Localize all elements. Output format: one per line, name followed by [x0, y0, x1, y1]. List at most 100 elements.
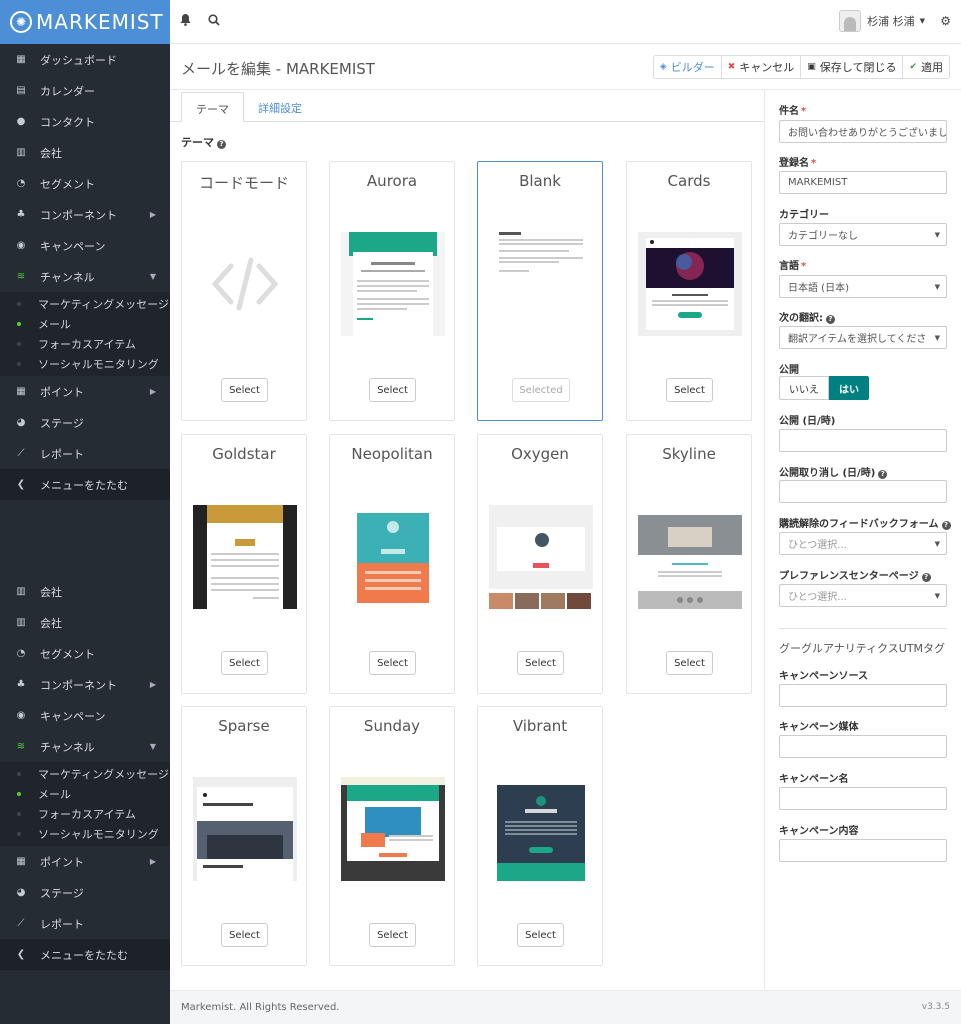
sidebar-subitem[interactable]: マーケティングメッセージ [0, 294, 170, 314]
theme-card[interactable]: Goldstar Select [181, 434, 307, 694]
sidebar-subitem[interactable]: マーケティングメッセージ [0, 764, 170, 784]
builder-button[interactable]: ◈ ビルダー [653, 56, 722, 78]
stage-icon: ◕ [16, 417, 26, 428]
sidebar-subitem[interactable]: フォーカスアイテム [0, 334, 170, 354]
collapse-menu-button[interactable]: ❮ メニューをたたむ [0, 469, 170, 500]
theme-preview [341, 777, 445, 881]
sidebar-item[interactable]: ◔ セグメント [0, 638, 170, 669]
theme-select-button[interactable]: Select [666, 378, 713, 402]
preference-page-select[interactable]: ひとつ選択... ▼ [779, 584, 947, 607]
theme-card[interactable]: Vibrant Select [477, 706, 603, 966]
unsubscribe-form-select[interactable]: ひとつ選択... ▼ [779, 532, 947, 555]
company-icon: ▥ [16, 147, 26, 158]
bullet-icon [17, 772, 21, 776]
language-select[interactable]: 日本語 (日本) ▼ [779, 275, 947, 298]
theme-card[interactable]: Neopolitan Select [329, 434, 455, 694]
bullet-icon [17, 302, 21, 306]
publish-yes-button[interactable]: はい [829, 376, 869, 400]
theme-select-button[interactable]: Select [221, 923, 268, 947]
sidebar-subitem[interactable]: ソーシャルモニタリング [0, 354, 170, 374]
help-icon[interactable]: ? [217, 140, 226, 149]
theme-card[interactable]: Sparse Select [181, 706, 307, 966]
sidebar-item[interactable]: ▥ 会社 [0, 576, 170, 607]
theme-select-button[interactable]: Select [221, 651, 268, 675]
sidebar-item[interactable]: ▥ 会社 [0, 137, 170, 168]
theme-select-button[interactable]: Selected [512, 378, 570, 402]
sidebar-item[interactable]: ▤ カレンダー [0, 75, 170, 106]
builder-label: ビルダー [670, 61, 715, 74]
sidebar-item[interactable]: ▦ ポイント ▶ [0, 846, 170, 877]
sidebar-item[interactable]: ◔ セグメント [0, 168, 170, 199]
theme-select-button[interactable]: Select [666, 651, 713, 675]
company-icon: ▥ [16, 617, 26, 628]
search-icon[interactable] [208, 14, 220, 29]
publish-no-button[interactable]: いいえ [779, 376, 829, 400]
sidebar-item[interactable]: ⟋ レポート [0, 908, 170, 939]
gear-icon[interactable]: ⚙ [940, 14, 951, 28]
sidebar-subitem[interactable]: フォーカスアイテム [0, 804, 170, 824]
theme-card[interactable]: Skyline Select [626, 434, 752, 694]
subject-input[interactable]: お問い合わせありがとうございまし [779, 120, 947, 143]
theme-preview [489, 777, 593, 881]
user-menu[interactable]: 杉浦 杉浦 ▼ [839, 10, 925, 32]
translation-select[interactable]: 翻訳アイテムを選択してくださ ▼ [779, 326, 947, 349]
caret-down-icon: ▼ [934, 591, 940, 600]
sidebar-item-label: コンポーネント [40, 208, 117, 222]
sidebar-item-label: レポート [40, 447, 84, 461]
tab-advanced[interactable]: 詳細設定 [244, 92, 316, 122]
sidebar-item[interactable]: ◉ キャンペーン [0, 230, 170, 261]
sidebar-item[interactable]: ◕ ステージ [0, 877, 170, 908]
sidebar-subitem[interactable]: メール [0, 784, 170, 804]
sidebar-subitem[interactable]: ソーシャルモニタリング [0, 824, 170, 844]
sidebar-item[interactable]: ◉ キャンペーン [0, 700, 170, 731]
sidebar-item[interactable]: ● コンタクト [0, 106, 170, 137]
brand[interactable]: ✺ MARKEMIST [0, 0, 170, 44]
theme-select-button[interactable]: Select [369, 378, 416, 402]
theme-select-button[interactable]: Select [517, 651, 564, 675]
sidebar-item-label: キャンペーン [40, 709, 106, 723]
caret-down-icon: ▼ [149, 272, 156, 281]
theme-card[interactable]: Cards Select [626, 161, 752, 421]
theme-name: Aurora [366, 172, 418, 190]
theme-card[interactable]: Sunday Select [329, 706, 455, 966]
theme-card[interactable]: Blank Selected [477, 161, 603, 421]
internal-name-input[interactable]: MARKEMIST [779, 171, 947, 194]
caret-right-icon: ▶ [149, 210, 156, 219]
theme-select-button[interactable]: Select [517, 923, 564, 947]
theme-card[interactable]: コードモード Select [181, 161, 307, 421]
cube-icon: ◈ [659, 62, 667, 72]
sidebar-subitem[interactable]: メール [0, 314, 170, 334]
sidebar-subitem-label: ソーシャルモニタリング [38, 358, 159, 371]
theme-select-button[interactable]: Select [221, 378, 268, 402]
sidebar-item[interactable]: ▦ ポイント ▶ [0, 376, 170, 407]
category-select[interactable]: カテゴリーなし ▼ [779, 223, 947, 246]
sidebar-item[interactable]: ▥ 会社 [0, 607, 170, 638]
utm-source-input[interactable] [779, 684, 947, 707]
bell-icon[interactable] [180, 14, 191, 29]
theme-select-button[interactable]: Select [369, 651, 416, 675]
sidebar-item[interactable]: ♣ コンポーネント ▶ [0, 199, 170, 230]
publish-down-input[interactable] [779, 480, 947, 503]
tab-theme[interactable]: テーマ [181, 92, 244, 122]
publish-up-input[interactable] [779, 429, 947, 452]
caret-down-icon: ▼ [934, 230, 940, 239]
sidebar-item[interactable]: ≋ チャンネル ▼ [0, 731, 170, 762]
sidebar-item[interactable]: ▦ ダッシュボード [0, 44, 170, 75]
utm-medium-input[interactable] [779, 735, 947, 758]
sidebar-item-label: セグメント [40, 647, 95, 661]
save-close-button[interactable]: ▣ 保存して閉じる [801, 56, 904, 78]
apply-button[interactable]: ✔ 適用 [903, 56, 949, 78]
theme-card[interactable]: Aurora Select [329, 161, 455, 421]
sidebar-item-label: セグメント [40, 177, 95, 191]
company-icon: ▥ [16, 586, 26, 597]
sidebar-item[interactable]: ⟋ レポート [0, 438, 170, 469]
theme-card[interactable]: Oxygen Select [477, 434, 603, 694]
theme-select-button[interactable]: Select [369, 923, 416, 947]
utm-campaign-input[interactable] [779, 787, 947, 810]
cancel-button[interactable]: ✖ キャンセル [721, 56, 802, 78]
sidebar-item[interactable]: ≋ チャンネル ▼ [0, 261, 170, 292]
sidebar-item[interactable]: ◕ ステージ [0, 407, 170, 438]
collapse-menu-button-2[interactable]: ❮ メニューをたたむ [0, 939, 170, 970]
sidebar-item[interactable]: ♣ コンポーネント ▶ [0, 669, 170, 700]
utm-content-input[interactable] [779, 839, 947, 862]
